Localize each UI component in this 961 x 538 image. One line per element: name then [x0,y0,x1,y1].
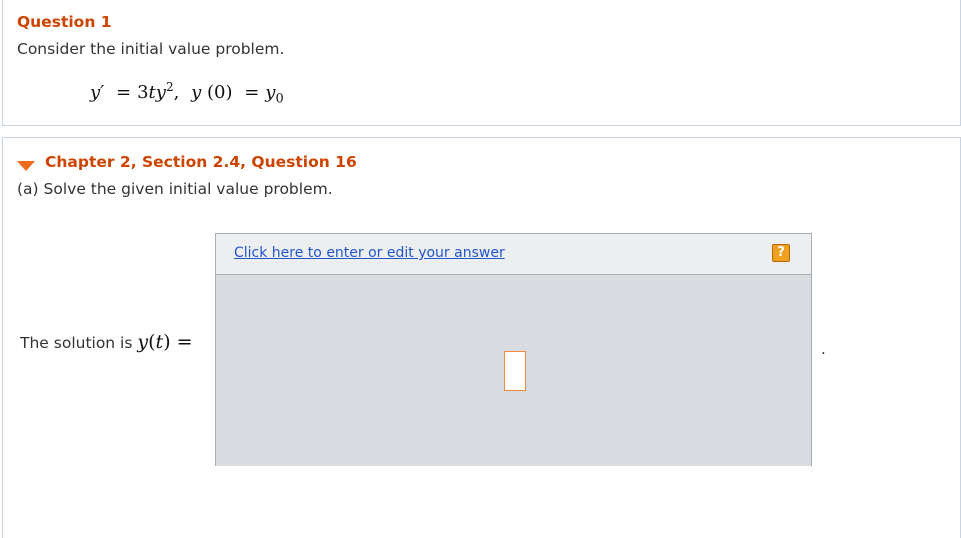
solution-label: The solution is y(t) = [20,331,193,353]
question-title: Question 1 [17,13,112,31]
eq-rhs-subscript: 0 [275,91,284,107]
eq-exponent: 2 [165,80,174,94]
chapter-panel: Chapter 2, Section 2.4, Question 16 (a) … [2,137,961,538]
solution-paren-close: ) [163,331,171,353]
eq-equals-1: = [116,82,132,103]
answer-entry-box[interactable]: Click here to enter or edit your answer … [215,233,812,466]
eq-comma: , [173,82,180,103]
initial-value-equation: y′ = 3ty2, y (0) = y0 [90,80,284,107]
solution-equals: = [176,331,193,353]
solution-paren-open: ( [148,331,156,353]
eq-coef: 3 [137,82,149,103]
chapter-title[interactable]: Chapter 2, Section 2.4, Question 16 [45,153,357,171]
help-icon[interactable]: ? [772,244,790,262]
chevron-down-icon[interactable] [17,161,35,171]
edit-answer-link[interactable]: Click here to enter or edit your answer [234,245,505,261]
question-panel: Question 1 Consider the initial value pr… [2,0,961,126]
chapter-prompt: (a) Solve the given initial value proble… [17,180,333,198]
eq-func: y [191,82,202,103]
eq-y: y [155,82,166,103]
eq-arg: (0) [206,82,233,103]
solution-lhs: y(t) = [137,331,192,353]
eq-lhs: y′ [90,82,105,103]
answer-input-placeholder[interactable] [504,351,526,391]
eq-equals-2: = [244,82,260,103]
solution-label-text: The solution is [20,334,133,352]
trailing-period: . [821,340,826,358]
answer-header: Click here to enter or edit your answer … [216,234,811,275]
eq-rhs-var: y [265,82,276,103]
eq-t: t [148,82,156,103]
question-prompt: Consider the initial value problem. [17,40,285,58]
solution-func: y [137,331,149,353]
